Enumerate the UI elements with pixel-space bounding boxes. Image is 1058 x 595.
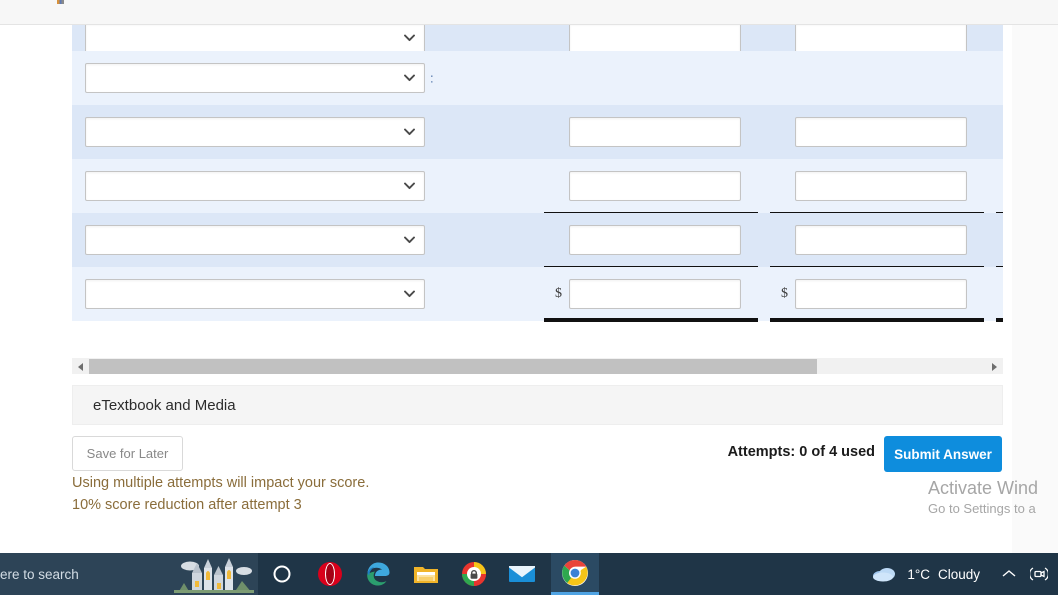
- scroll-right-arrow-icon[interactable]: [986, 358, 1003, 375]
- amount-input-r1-c1[interactable]: [569, 25, 741, 53]
- save-for-later-button[interactable]: Save for Later: [72, 436, 183, 471]
- taskbar-search-placeholder: ere to search: [0, 566, 79, 582]
- amount-input-r4-c2[interactable]: [795, 171, 967, 201]
- account-select-2[interactable]: [85, 63, 425, 93]
- show-hidden-icons-chevron-up-icon[interactable]: [994, 553, 1024, 595]
- meet-now-camera-icon[interactable]: [1024, 553, 1054, 595]
- amount-input-r1-c2[interactable]: [795, 25, 967, 53]
- horizontal-scrollbar-thumb[interactable]: [89, 359, 817, 374]
- grand-total-rule: [996, 318, 1003, 322]
- table-row: :: [72, 51, 1003, 105]
- table-row: [72, 213, 1003, 268]
- amount-input-r3-c1[interactable]: [569, 117, 741, 147]
- chrome-fleck-icon: [57, 0, 64, 4]
- etextbook-and-media-bar[interactable]: eTextbook and Media: [72, 385, 1003, 425]
- chrome-icon[interactable]: [551, 553, 599, 595]
- account-select-5[interactable]: [85, 225, 425, 255]
- currency-symbol: $: [555, 286, 562, 301]
- account-select-6[interactable]: [85, 279, 425, 309]
- horizontal-scrollbar[interactable]: [72, 357, 1003, 374]
- chevron-down-icon: [404, 182, 415, 190]
- mail-icon[interactable]: [498, 553, 546, 595]
- chevron-down-icon: [404, 128, 415, 136]
- amount-input-r5-c1[interactable]: [569, 225, 741, 255]
- taskbar-search-box[interactable]: ere to search: [0, 553, 258, 595]
- weather-condition: Cloudy: [937, 566, 980, 582]
- amount-input-r4-c1[interactable]: [569, 171, 741, 201]
- etextbook-label: eTextbook and Media: [93, 396, 236, 414]
- amount-input-r5-c2[interactable]: [795, 225, 967, 255]
- attempts-status-text: Attempts: 0 of 4 used: [727, 444, 875, 460]
- amount-input-r6-c2[interactable]: [795, 279, 967, 309]
- file-explorer-icon[interactable]: [402, 553, 450, 595]
- weather-cloud-icon[interactable]: [867, 553, 901, 595]
- browser-chrome-sliver: [0, 0, 1058, 25]
- cortana-icon[interactable]: [258, 553, 306, 595]
- opera-icon[interactable]: [306, 553, 354, 595]
- amount-input-r3-c2[interactable]: [795, 117, 967, 147]
- weather-temperature: 1°C: [907, 566, 930, 582]
- chevron-down-icon: [404, 290, 415, 298]
- attempts-warning-line-1: Using multiple attempts will impact your…: [72, 475, 370, 491]
- amount-input-r6-c1[interactable]: [569, 279, 741, 309]
- table-row: [72, 159, 1003, 214]
- grand-total-rule: [770, 318, 984, 322]
- grand-total-rule: [544, 318, 758, 322]
- answer-table-viewport: :$$$: [72, 25, 1003, 340]
- table-row: $$$: [72, 267, 1003, 322]
- chevron-down-icon: [404, 34, 415, 42]
- table-row: [72, 105, 1003, 159]
- submit-answer-button[interactable]: Submit Answer: [884, 436, 1002, 472]
- edge-icon[interactable]: [354, 553, 402, 595]
- scroll-left-arrow-icon[interactable]: [72, 358, 89, 375]
- colon-separator: :: [430, 70, 434, 86]
- account-select-3[interactable]: [85, 117, 425, 147]
- currency-symbol: $: [781, 286, 788, 301]
- search-castle-illustration-icon: [174, 558, 254, 593]
- chevron-down-icon: [404, 236, 415, 244]
- table-row: [72, 25, 1003, 53]
- windows-taskbar: ere to search 1°C Cloudy: [0, 553, 1058, 595]
- account-select-1[interactable]: [85, 25, 425, 53]
- chevron-down-icon: [404, 74, 415, 82]
- account-select-4[interactable]: [85, 171, 425, 201]
- score-reduction-warning-line-2: 10% score reduction after attempt 3: [72, 497, 302, 513]
- password-manager-icon[interactable]: [450, 553, 498, 595]
- system-tray: 1°C Cloudy: [867, 553, 1058, 595]
